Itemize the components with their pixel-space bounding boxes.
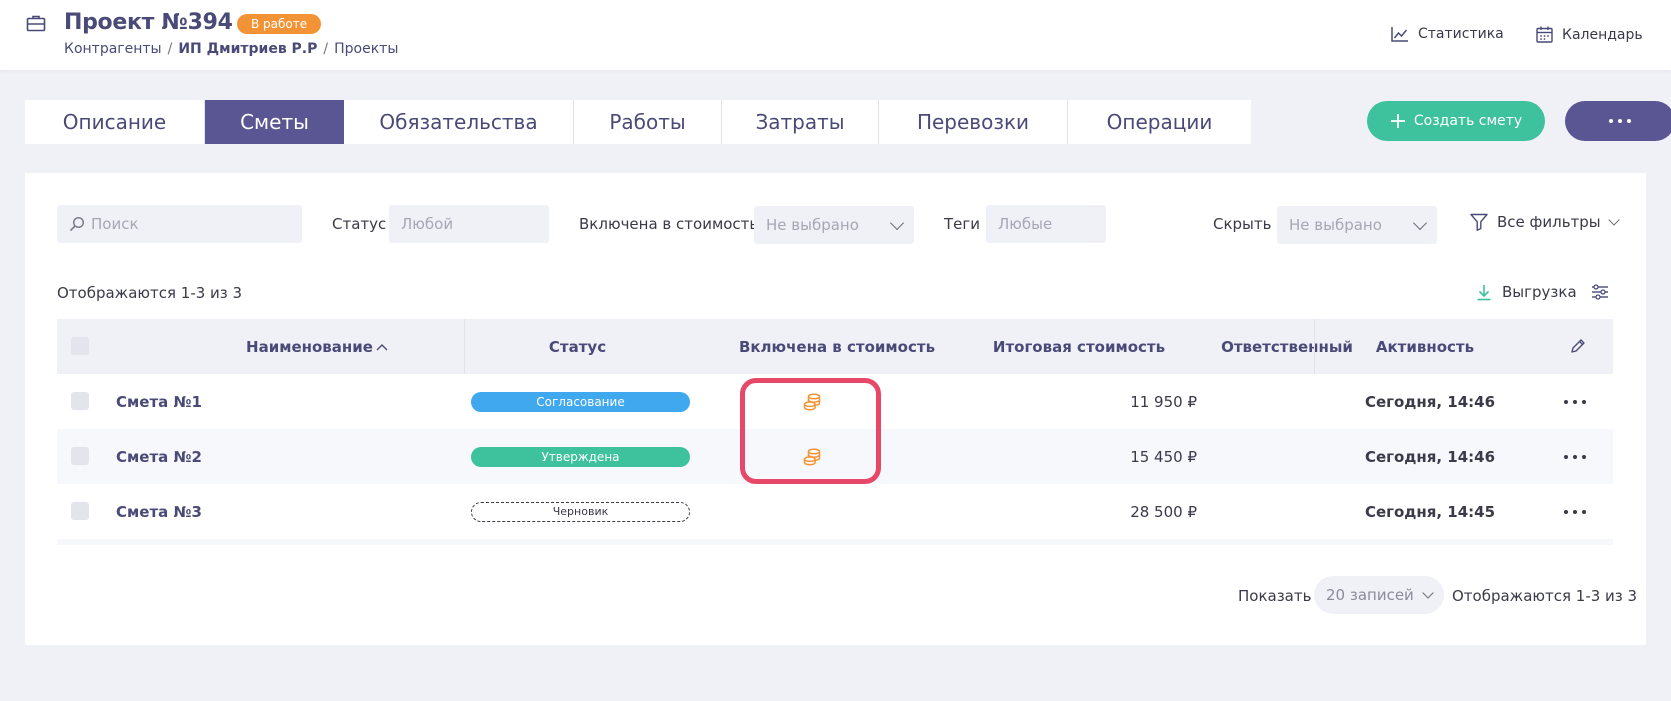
estimate-name-link[interactable]: Смета №3: [116, 484, 202, 539]
table-bottom-strip: [57, 539, 1613, 545]
row-more-button[interactable]: [1564, 429, 1586, 484]
pagination-count: Отображаются 1-3 из 3: [1452, 587, 1638, 605]
statistics-link[interactable]: Статистика: [1391, 26, 1504, 42]
tab-description[interactable]: Описание: [25, 100, 205, 144]
page-size-value: 20 записей: [1326, 586, 1414, 604]
table-row[interactable]: Смета №3 Черновик 28 500 ₽ Сегодня, 14:4…: [57, 484, 1613, 539]
tab-estimates[interactable]: Сметы: [205, 100, 344, 144]
statistics-label: Статистика: [1418, 26, 1504, 42]
filter-icon: [1470, 213, 1488, 231]
tab-obligations[interactable]: Обязательства: [344, 100, 574, 144]
activity-time: Сегодня, 14:45: [1364, 502, 1496, 521]
all-filters-button[interactable]: Все фильтры: [1470, 213, 1620, 231]
table-header: Наименование Статус Включена в стоимость…: [57, 319, 1613, 374]
chevron-down-icon: [1422, 586, 1434, 599]
export-button[interactable]: Выгрузка: [1476, 283, 1577, 301]
more-actions-button[interactable]: [1565, 101, 1671, 141]
column-total-header[interactable]: Итоговая стоимость: [957, 319, 1201, 374]
included-filter-value: Не выбрано: [766, 216, 859, 234]
breadcrumb-projects[interactable]: Проекты: [334, 41, 398, 57]
tab-works[interactable]: Работы: [574, 100, 722, 144]
status-cell: Черновик: [471, 484, 690, 539]
calendar-link[interactable]: Календарь: [1536, 26, 1643, 43]
page-size-label: Показать: [1238, 587, 1312, 605]
chevron-down-icon: [1412, 215, 1428, 230]
page-size-select[interactable]: 20 записей: [1314, 576, 1444, 614]
row-more-button[interactable]: [1564, 374, 1586, 429]
included-filter-label: Включена в стоимость: [579, 215, 759, 233]
tags-filter-input[interactable]: Любые: [986, 205, 1106, 243]
total-price: 15 450 ₽: [1130, 447, 1197, 466]
chevron-down-icon: [889, 215, 905, 230]
create-estimate-button[interactable]: Создать смету: [1367, 101, 1545, 141]
column-settings-icon[interactable]: [1590, 284, 1610, 300]
column-activity-header[interactable]: Активность: [1315, 319, 1535, 374]
status-filter-value: Любой: [401, 215, 454, 233]
download-icon: [1477, 284, 1491, 300]
total-price: 11 950 ₽: [1130, 392, 1197, 411]
edit-icon[interactable]: [1570, 338, 1586, 354]
plus-icon: [1390, 114, 1405, 128]
tab-costs[interactable]: Затраты: [722, 100, 879, 144]
row-checkbox[interactable]: [71, 447, 89, 465]
more-dots-icon: [1609, 119, 1631, 123]
status-filter-input[interactable]: Любой: [389, 205, 549, 243]
search-placeholder: Поиск: [91, 215, 139, 233]
sort-up-icon: [376, 343, 388, 350]
more-dots-icon: [1564, 399, 1586, 404]
create-estimate-label: Создать смету: [1413, 113, 1523, 129]
section-tabs: Описание Сметы Обязательства Работы Затр…: [25, 100, 1251, 144]
column-included-header[interactable]: Включена в стоимость: [717, 319, 957, 374]
status-badge: Согласование: [471, 391, 690, 412]
hide-filter-label: Скрыть: [1213, 215, 1272, 233]
more-dots-icon: [1564, 509, 1586, 514]
included-filter-select[interactable]: Не выбрано: [754, 206, 914, 244]
calendar-label: Календарь: [1562, 26, 1643, 43]
tab-transport[interactable]: Перевозки: [879, 100, 1068, 144]
column-status-header[interactable]: Статус: [465, 319, 690, 374]
hide-filter-value: Не выбрано: [1289, 216, 1382, 234]
status-cell: Согласование: [471, 374, 690, 429]
status-cell: Утверждена: [471, 429, 690, 484]
chart-icon: [1391, 27, 1408, 42]
breadcrumb: Контрагенты / ИП Дмитриев Р.Р / Проекты: [64, 41, 399, 57]
status-badge: Черновик: [471, 501, 690, 522]
records-count: Отображаются 1-3 из 3: [57, 284, 243, 302]
search-input[interactable]: Поиск: [57, 205, 302, 243]
row-more-button[interactable]: [1564, 484, 1586, 539]
tags-filter-value: Любые: [998, 215, 1053, 233]
row-checkbox[interactable]: [71, 392, 89, 410]
highlight-box: [740, 378, 881, 484]
estimate-name-link[interactable]: Смета №2: [116, 429, 202, 484]
column-name-label: Наименование: [246, 337, 373, 356]
status-badge: Утверждена: [471, 446, 690, 467]
activity-time: Сегодня, 14:46: [1364, 392, 1496, 411]
tags-filter-label: Теги: [944, 215, 981, 233]
calendar-icon: [1536, 26, 1553, 43]
breadcrumb-counterparty[interactable]: ИП Дмитриев Р.Р: [178, 41, 317, 57]
briefcase-icon: [26, 15, 46, 32]
estimate-name-link[interactable]: Смета №1: [116, 374, 202, 429]
all-filters-label: Все фильтры: [1497, 213, 1601, 231]
chevron-down-icon: [1607, 213, 1620, 226]
breadcrumb-counterparties[interactable]: Контрагенты: [64, 41, 162, 57]
page-title: Проект №394: [64, 10, 233, 35]
hide-filter-select[interactable]: Не выбрано: [1277, 206, 1437, 244]
select-all-checkbox[interactable]: [71, 337, 89, 355]
total-price: 28 500 ₽: [1130, 502, 1197, 521]
export-label: Выгрузка: [1502, 283, 1577, 301]
project-status-badge: В работе: [237, 14, 322, 34]
tab-operations[interactable]: Операции: [1068, 100, 1251, 144]
search-icon: [69, 216, 85, 232]
activity-time: Сегодня, 14:46: [1364, 447, 1496, 466]
column-name-header[interactable]: Наименование: [117, 319, 517, 374]
row-checkbox[interactable]: [71, 502, 89, 520]
status-filter-label: Статус: [332, 215, 387, 233]
more-dots-icon: [1564, 454, 1586, 459]
